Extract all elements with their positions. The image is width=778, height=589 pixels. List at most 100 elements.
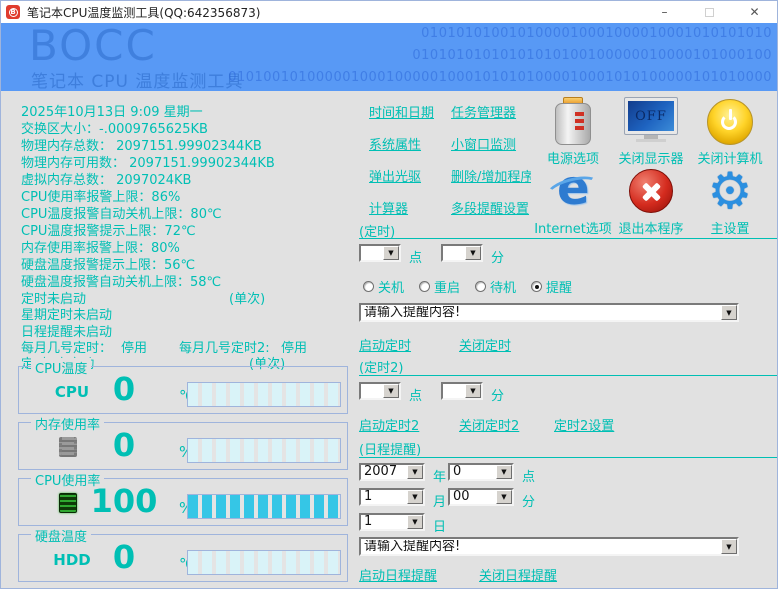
app-window: B 笔记本CPU温度监测工具(QQ:642356873) – ✕ BOCC 笔记… (0, 0, 778, 589)
schedule-day-select[interactable]: 1▼ (359, 513, 425, 531)
chevron-down-icon[interactable]: ▼ (496, 465, 512, 479)
timer2-minute-select[interactable]: ▼ (441, 382, 483, 400)
schedule-hour-value: 0 (450, 465, 496, 479)
link-stop-schedule[interactable]: 关闭日程提醒 (479, 565, 557, 584)
logo-text: BOCC (29, 23, 157, 70)
link-eject-cdrom[interactable]: 弹出光驱 (369, 166, 421, 185)
binary-row: 0101010100101000010001000010001010101010 (421, 26, 772, 41)
chevron-down-icon[interactable]: ▼ (721, 305, 737, 320)
binary-row: 0101001010000010001000001000101010100001… (228, 70, 772, 85)
link-task-manager[interactable]: 任务管理器 (451, 102, 516, 121)
radio-standby[interactable]: 待机 (475, 277, 516, 296)
link-start-timer1[interactable]: 启动定时 (359, 335, 411, 354)
timer1-hour-select[interactable]: ▼ (359, 244, 401, 262)
shutdown-button[interactable]: 关闭计算机 (690, 93, 770, 167)
chevron-down-icon[interactable]: ▼ (383, 246, 399, 260)
timer2-hour-select[interactable]: ▼ (359, 382, 401, 400)
hdd-temp-bar (187, 550, 341, 575)
schedule-heading: (日程提醒) (359, 439, 421, 458)
timer1-minute-label: 分 (491, 247, 504, 266)
internet-options-button[interactable]: e Internet选项 (533, 167, 613, 237)
radio-icon (419, 281, 430, 292)
cpu-usage-bar (187, 494, 341, 519)
link-calculator[interactable]: 计算器 (369, 198, 408, 217)
link-start-schedule[interactable]: 启动日程提醒 (359, 565, 437, 584)
schedule-hour-label: 点 (522, 466, 535, 485)
schedule-minute-value: 00 (450, 490, 496, 504)
chevron-down-icon[interactable]: ▼ (407, 465, 423, 479)
timer1-divider (359, 238, 777, 239)
monitor-off-button[interactable]: OFF 关闭显示器 (611, 93, 691, 167)
timer2-minute-label: 分 (491, 385, 504, 404)
maximize-icon (705, 8, 714, 17)
internet-options-label: Internet选项 (533, 218, 613, 237)
schedule-minute-label: 分 (522, 491, 535, 510)
link-system-props[interactable]: 系统属性 (369, 134, 421, 153)
close-icon: ✕ (749, 5, 759, 19)
app-icon-glyph: B (9, 8, 18, 17)
link-start-timer2[interactable]: 启动定时2 (359, 415, 419, 434)
cpu-usage-value: 100 (74, 484, 174, 518)
chevron-down-icon[interactable]: ▼ (465, 384, 481, 398)
header-subtitle: 笔记本 CPU 温度监测工具 (31, 67, 243, 91)
timer1-reminder-combo[interactable]: 请输入提醒内容!▼ (359, 303, 739, 322)
chevron-down-icon[interactable]: ▼ (383, 384, 399, 398)
main-settings-button[interactable]: ⚙ 主设置 (690, 167, 770, 237)
mem-usage-bar (187, 438, 341, 463)
link-stop-timer2[interactable]: 关闭定时2 (459, 415, 519, 434)
radio-reminder[interactable]: 提醒 (531, 277, 572, 296)
chevron-down-icon[interactable]: ▼ (407, 490, 423, 504)
app-icon: B (6, 5, 20, 19)
cpu-temp-bar (187, 382, 341, 407)
window-controls: – ✕ (642, 1, 777, 23)
gear-icon: ⚙ (690, 167, 770, 215)
timer2-hour-label: 点 (409, 385, 422, 404)
gauge-cpu-usage: CPU使用率 100 % (18, 478, 348, 526)
chevron-down-icon[interactable]: ▼ (496, 490, 512, 504)
radio-icon (475, 281, 486, 292)
chevron-down-icon[interactable]: ▼ (407, 515, 423, 529)
schedule-divider (359, 457, 777, 458)
schedule-month-select[interactable]: 1▼ (359, 488, 425, 506)
link-multi-reminder-settings[interactable]: 多段提醒设置 (451, 198, 529, 217)
schedule-year-value: 2007 (361, 465, 407, 479)
schedule-year-select[interactable]: 2007▼ (359, 463, 425, 481)
titlebar: B 笔记本CPU温度监测工具(QQ:642356873) – ✕ (1, 1, 777, 23)
timer1-minute-select[interactable]: ▼ (441, 244, 483, 262)
power-options-button[interactable]: 电源选项 (533, 93, 613, 167)
timer2-divider (359, 375, 777, 376)
radio-icon (363, 281, 374, 292)
link-stop-timer1[interactable]: 关闭定时 (459, 335, 511, 354)
schedule-hour-select[interactable]: 0▼ (448, 463, 514, 481)
schedule-reminder-combo[interactable]: 请输入提醒内容!▼ (359, 537, 739, 556)
link-add-remove-programs[interactable]: 删除/增加程序 (451, 166, 531, 185)
chevron-down-icon[interactable]: ▼ (721, 539, 737, 554)
radio-shutdown[interactable]: 关机 (363, 277, 404, 296)
maximize-button[interactable] (687, 1, 732, 23)
schedule-year-label: 年 (433, 466, 446, 485)
hdd-temp-value: 0 (74, 540, 174, 574)
link-mini-monitor[interactable]: 小窗口监测 (451, 134, 516, 153)
close-button[interactable]: ✕ (732, 1, 777, 23)
radio-reminder-label: 提醒 (546, 277, 572, 296)
schedule-minute-select[interactable]: 00▼ (448, 488, 514, 506)
main-settings-label: 主设置 (690, 218, 770, 237)
mem-usage-value: 0 (74, 428, 174, 462)
timer1-reminder-text: 请输入提醒内容! (361, 306, 721, 320)
radio-icon (531, 281, 542, 292)
exit-x-icon (611, 167, 691, 215)
timer2-heading: (定时2) (359, 357, 403, 376)
timer1-hour-label: 点 (409, 247, 422, 266)
minimize-button[interactable]: – (642, 1, 687, 23)
link-time-date[interactable]: 时间和日期 (369, 102, 434, 121)
radio-shutdown-label: 关机 (378, 277, 404, 296)
radio-restart[interactable]: 重启 (419, 277, 460, 296)
internet-explorer-icon: e (533, 167, 613, 215)
window-title: 笔记本CPU温度监测工具(QQ:642356873) (27, 4, 260, 21)
schedule-reminder-text: 请输入提醒内容! (361, 540, 721, 554)
gauge-cpu-temp: CPU温度 CPU 0 ℃ (18, 366, 348, 414)
gauge-mem-usage: 内存使用率 0 % (18, 422, 348, 470)
chevron-down-icon[interactable]: ▼ (465, 246, 481, 260)
exit-app-button[interactable]: 退出本程序 (611, 167, 691, 237)
link-timer2-settings[interactable]: 定时2设置 (554, 415, 614, 434)
